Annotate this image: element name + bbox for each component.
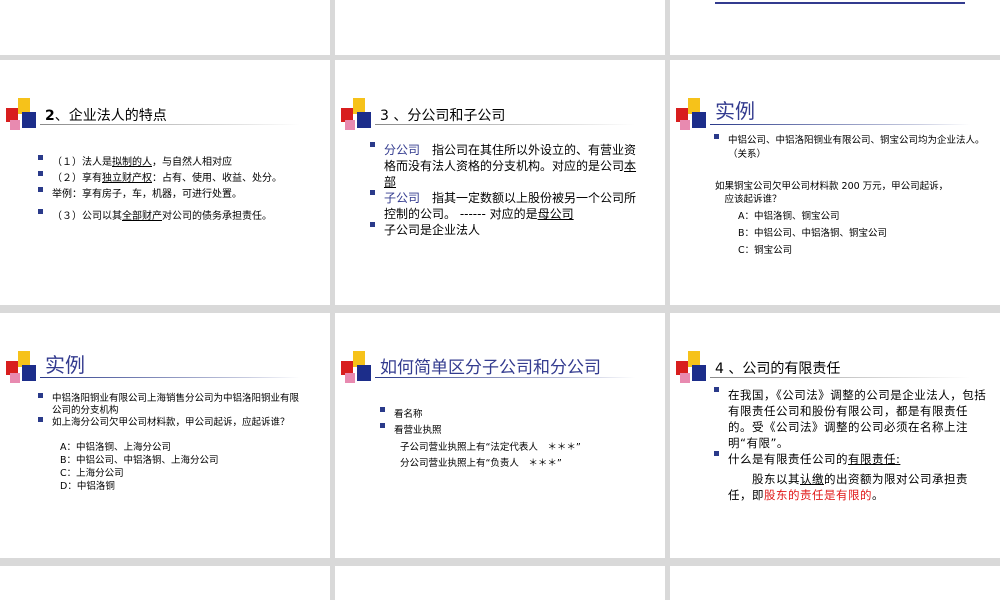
option-d: D：中铝洛铜 — [60, 481, 115, 492]
options-list: A：中铝洛铜、铜宝公司 B：中铝公司、中铝洛铜、铜宝公司 C：铜宝公司 — [738, 208, 887, 259]
title-underline — [40, 377, 300, 378]
slide-logo-icon — [4, 351, 40, 387]
slide-logo-icon — [674, 351, 710, 387]
slide-top-right — [670, 0, 1000, 55]
slide-logo-icon — [4, 98, 40, 134]
slide-title: 4 、公司的有限责任 — [715, 361, 841, 377]
title-underline — [710, 124, 970, 125]
feature-list: （１）法人是拟制的人，与自然人相对应 （２）享有独立财产权：占有、使用、收益、处… — [38, 155, 328, 225]
list-item: 子公司是企业法人 — [370, 222, 645, 238]
license-lines: 子公司营业执照上有“法定代表人 ＊＊＊” 分公司营业执照上有“负责人 ＊＊＊” — [400, 440, 581, 472]
slide-bottom-left — [0, 566, 330, 600]
liability-paragraph: 股东以其认缴的出资额为限对公司承担责任，即股东的责任是有限的。 — [728, 472, 968, 502]
slide-title: 实例 — [45, 353, 85, 377]
slide-example-2: 实例 中铝洛阳铜业有限公司上海销售分公司为中铝洛阳铜业有限公司的分支机构 如上海… — [0, 313, 330, 558]
liability-list: 在我国，《公司法》调整的公司是企业法人，包括有限责任公司和股份有限公司，都是有限… — [714, 387, 989, 467]
slide-title: 2、企业法人的特点 — [45, 108, 167, 124]
list-item: 如上海分公司欠甲公司材料款，甲公司起诉，应起诉谁？ — [38, 417, 308, 429]
list-item: 子公司 指其一定数额以上股份被另一个公司所控制的公司。 ------ 对应的是母… — [370, 190, 645, 222]
slide-top-middle — [335, 0, 665, 55]
slide-logo-icon — [339, 98, 375, 134]
title-underline — [375, 377, 635, 378]
slide-branch-and-subsidiary: 3 、分公司和子公司 分公司 指公司在其住所以外设立的、有营业资格而没有法人资格… — [335, 60, 665, 305]
list-item: 看名称 — [380, 407, 640, 423]
slide-how-to-distinguish: 如何简单区分子公司和分公司 看名称 看营业执照 子公司营业执照上有“法定代表人 … — [335, 313, 665, 558]
slide-example-1: 实例 中铝公司、中铝洛阳铜业有限公司、铜宝公司均为企业法人。（关系） 如果铜宝公… — [670, 60, 1000, 305]
option-a: A：中铝洛铜、铜宝公司 — [738, 211, 840, 222]
list-item: 中铝洛阳铜业有限公司上海销售分公司为中铝洛阳铜业有限公司的分支机构 — [38, 393, 308, 417]
example-list: 中铝洛阳铜业有限公司上海销售分公司为中铝洛阳铜业有限公司的分支机构 如上海分公司… — [38, 393, 308, 429]
title-underline — [40, 124, 300, 125]
branch-license-line: 分公司营业执照上有“负责人 ＊＊＊” — [400, 458, 562, 469]
example-list: 中铝公司、中铝洛阳铜业有限公司、铜宝公司均为企业法人。（关系） — [714, 134, 989, 162]
slide-legal-person-features: 2、企业法人的特点 （１）法人是拟制的人，与自然人相对应 （２）享有独立财产权：… — [0, 60, 330, 305]
slide-top-left — [0, 0, 330, 55]
slide-bottom-middle — [335, 566, 665, 600]
method-list: 看名称 看营业执照 — [380, 407, 640, 439]
title-underline — [710, 377, 970, 378]
list-item: 看营业执照 — [380, 423, 640, 439]
definition-list: 分公司 指公司在其住所以外设立的、有营业资格而没有法人资格的分支机构。对应的是公… — [370, 142, 645, 238]
slide-title: 实例 — [715, 99, 755, 123]
option-b: B：中铝公司、中铝洛铜、上海分公司 — [60, 455, 219, 466]
option-a: A：中铝洛铜、上海分公司 — [60, 442, 171, 453]
slide-bottom-right — [670, 566, 1000, 600]
list-item: （３）公司以其全部财产对公司的债务承担责任。 — [38, 209, 328, 225]
options-list: A：中铝洛铜、上海分公司 B：中铝公司、中铝洛铜、上海分公司 C：上海分公司 D… — [60, 441, 219, 493]
option-c: C：铜宝公司 — [738, 245, 793, 256]
slide-logo-icon — [339, 351, 375, 387]
list-item: 举例：享有房子，车，机器，可进行处置。 — [38, 187, 328, 203]
option-c: C：上海分公司 — [60, 468, 124, 479]
question-text: 如果铜宝公司欠甲公司材料款 200 万元，甲公司起诉， 应该起诉谁？ — [715, 181, 949, 205]
list-item: 中铝公司、中铝洛阳铜业有限公司、铜宝公司均为企业法人。（关系） — [714, 134, 989, 162]
list-item: 什么是有限责任公司的有限责任: — [714, 451, 989, 467]
subsidiary-license-line: 子公司营业执照上有“法定代表人 ＊＊＊” — [400, 442, 581, 453]
slide-logo-icon — [674, 98, 710, 134]
cropped-text-fragment — [715, 0, 965, 4]
slide-limited-liability: 4 、公司的有限责任 在我国，《公司法》调整的公司是企业法人，包括有限责任公司和… — [670, 313, 1000, 558]
option-b: B：中铝公司、中铝洛铜、铜宝公司 — [738, 228, 888, 239]
list-item: 分公司 指公司在其住所以外设立的、有营业资格而没有法人资格的分支机构。对应的是公… — [370, 142, 645, 190]
slide-title: 3 、分公司和子公司 — [380, 108, 506, 124]
title-underline — [375, 124, 635, 125]
list-item: （１）法人是拟制的人，与自然人相对应 — [38, 155, 328, 171]
list-item: （２）享有独立财产权：占有、使用、收益、处分。 — [38, 171, 328, 187]
list-item: 在我国，《公司法》调整的公司是企业法人，包括有限责任公司和股份有限公司，都是有限… — [714, 387, 989, 451]
slide-title: 如何简单区分子公司和分公司 — [380, 358, 601, 378]
